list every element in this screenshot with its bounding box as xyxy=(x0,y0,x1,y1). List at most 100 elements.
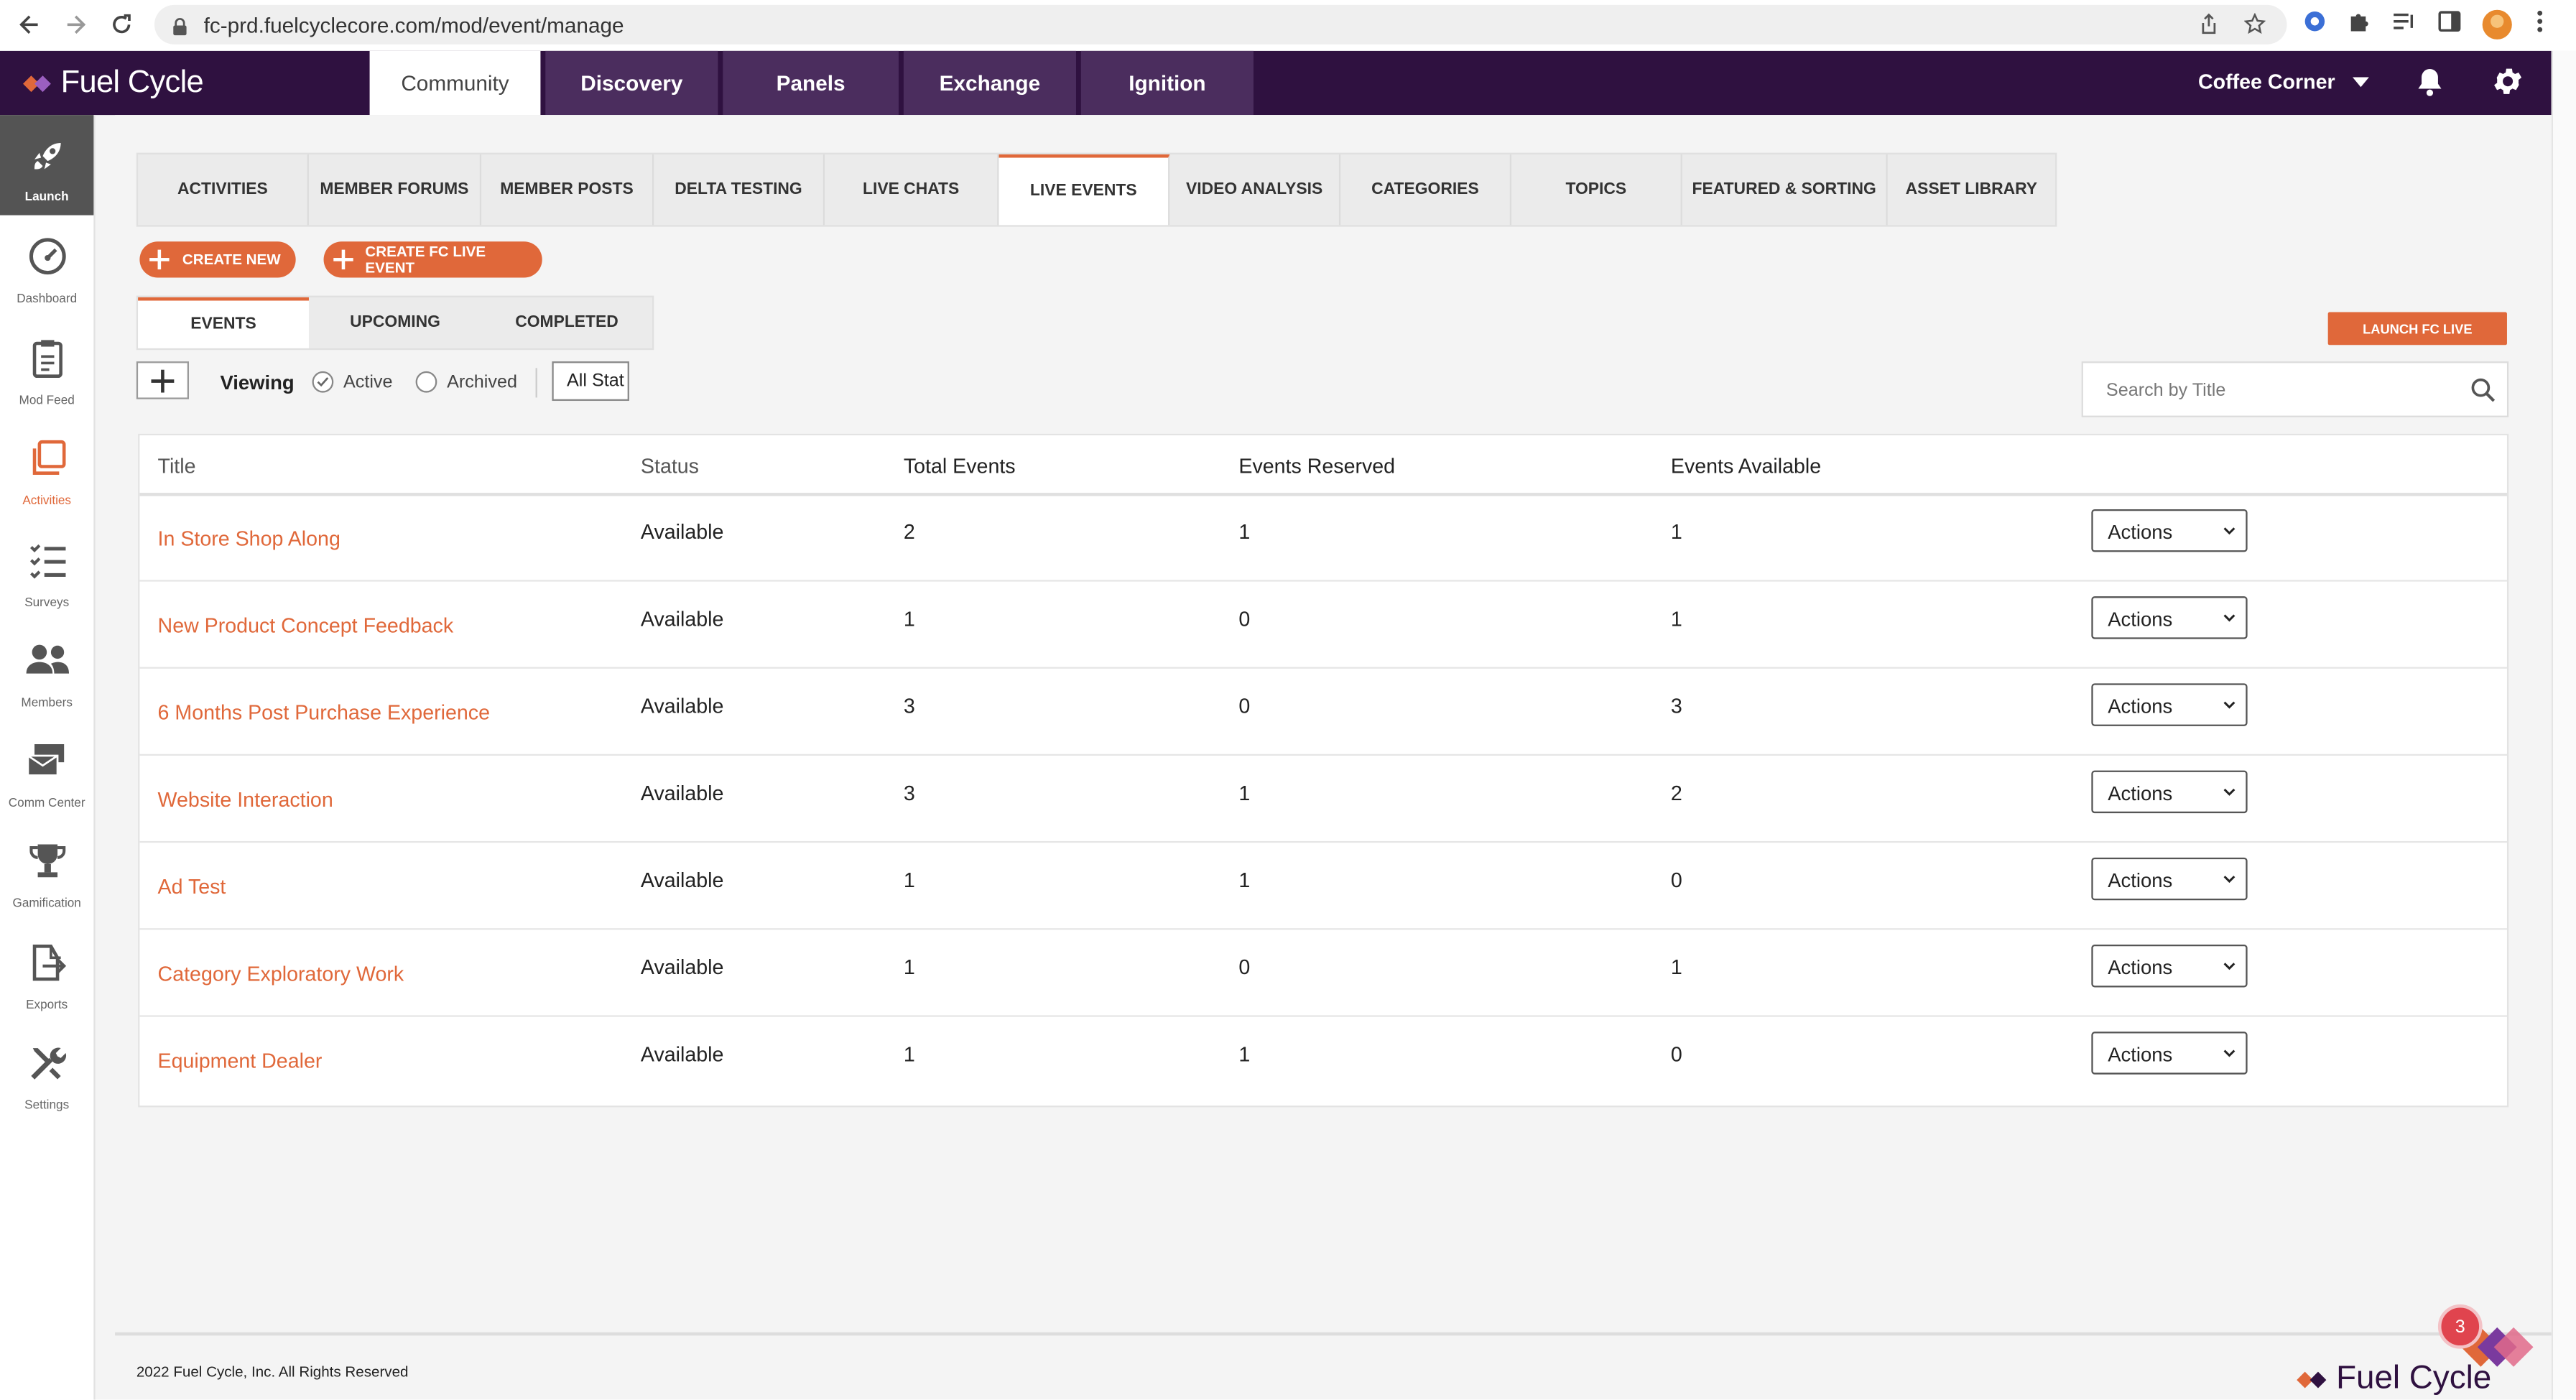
actions-dropdown[interactable]: Actions xyxy=(2091,1032,2248,1075)
actions-label: Actions xyxy=(2108,520,2173,544)
subtab-asset-library[interactable]: ASSET LIBRARY xyxy=(1888,154,2055,225)
subtab-member-forums[interactable]: MEMBER FORUMS xyxy=(309,154,482,226)
actions-dropdown[interactable]: Actions xyxy=(2091,596,2248,639)
event-available: 1 xyxy=(1670,956,1682,980)
subtab-video-analysis[interactable]: VIDEO ANALYSIS xyxy=(1169,154,1341,226)
sidebar-item-dashboard[interactable]: Dashboard xyxy=(0,235,93,330)
community-selector[interactable]: Coffee Corner xyxy=(2198,70,2335,93)
event-available: 1 xyxy=(1670,520,1682,544)
subtab-featured-sorting[interactable]: FEATURED & SORTING xyxy=(1682,154,1888,226)
event-title-link[interactable]: Category Exploratory Work xyxy=(158,963,404,986)
tab-panels[interactable]: Panels xyxy=(723,50,899,116)
actions-dropdown[interactable]: Actions xyxy=(2091,509,2248,552)
sidebar-item-launch[interactable]: Launch xyxy=(0,115,94,215)
sidebar-item-label: Dashboard xyxy=(17,290,78,306)
extension-translate-icon[interactable] xyxy=(2303,10,2326,41)
subtab-live-events[interactable]: LIVE EVENTS xyxy=(999,154,1170,226)
search-icon[interactable] xyxy=(2471,378,2496,411)
launch-fc-live-button[interactable]: LAUNCH FC LIVE xyxy=(2327,312,2507,346)
event-title-link[interactable]: Equipment Dealer xyxy=(158,1049,323,1072)
footer-divider xyxy=(115,1332,2552,1336)
sidebar-item-label: Mod Feed xyxy=(19,392,75,408)
subtab-member-posts[interactable]: MEMBER POSTS xyxy=(481,154,654,226)
bell-icon[interactable] xyxy=(2414,65,2447,106)
event-reserved: 1 xyxy=(1238,782,1251,805)
subtab-live-chats[interactable]: LIVE CHATS xyxy=(825,154,999,226)
tab-upcoming[interactable]: UPCOMING xyxy=(309,297,481,348)
clipboard-icon xyxy=(25,337,68,388)
tab-ignition[interactable]: Ignition xyxy=(1080,50,1254,116)
tab-completed[interactable]: COMPLETED xyxy=(481,297,652,348)
browser-menu-icon[interactable] xyxy=(2535,10,2545,41)
back-arrow-icon[interactable] xyxy=(13,8,46,41)
column-header-status[interactable]: Status xyxy=(641,455,699,478)
event-title-link[interactable]: Website Interaction xyxy=(158,789,333,812)
app-header: Fuel Cycle Community Discovery Panels Ex… xyxy=(0,50,2552,116)
reload-icon[interactable] xyxy=(105,8,138,41)
chevron-down-icon xyxy=(2223,614,2236,622)
page-scrollbar[interactable] xyxy=(2551,50,2576,1400)
sidebar-item-mod-feed[interactable]: Mod Feed xyxy=(0,337,93,432)
status-select[interactable]: All Stat xyxy=(552,361,629,402)
chevron-down-icon[interactable] xyxy=(2352,77,2369,88)
event-status: Available xyxy=(640,608,724,631)
fuel-cycle-logo[interactable]: Fuel Cycle xyxy=(23,65,204,101)
address-bar[interactable]: fc-prd.fuelcyclecore.com/mod/event/manag… xyxy=(154,4,2287,45)
tab-discovery[interactable]: Discovery xyxy=(545,50,718,116)
notification-badge[interactable]: 3 xyxy=(2437,1304,2483,1349)
event-available: 2 xyxy=(1670,782,1682,805)
column-header-title[interactable]: Title xyxy=(158,455,196,478)
create-fc-live-event-button[interactable]: CREATE FC LIVE EVENT xyxy=(323,241,542,278)
profile-avatar-icon[interactable] xyxy=(2480,8,2514,49)
sidebar-item-activities[interactable]: Activities xyxy=(0,437,93,532)
event-available: 0 xyxy=(1670,1043,1682,1067)
archived-radio[interactable] xyxy=(415,371,437,393)
sidebar-item-gamification[interactable]: Gamification xyxy=(0,840,93,935)
subtab-topics[interactable]: TOPICS xyxy=(1511,154,1682,226)
archived-radio-label: Archived xyxy=(447,373,517,393)
gear-icon[interactable] xyxy=(2491,64,2525,106)
search-input[interactable] xyxy=(2103,379,2471,403)
create-new-button[interactable]: CREATE NEW xyxy=(139,241,296,278)
add-button[interactable] xyxy=(136,361,190,399)
event-title-link[interactable]: New Product Concept Feedback xyxy=(158,614,454,637)
tab-events[interactable]: EVENTS xyxy=(138,297,309,348)
subtab-categories[interactable]: CATEGORIES xyxy=(1340,154,1512,226)
actions-dropdown[interactable]: Actions xyxy=(2091,770,2248,814)
sidebar-item-label: Launch xyxy=(24,189,69,204)
share-icon[interactable] xyxy=(2198,13,2220,42)
tab-community[interactable]: Community xyxy=(369,50,541,116)
column-header-events-available[interactable]: Events Available xyxy=(1671,455,1821,478)
sidebar-item-comm-center[interactable]: Comm Center xyxy=(0,739,93,835)
active-radio[interactable] xyxy=(312,371,334,393)
event-title-link[interactable]: 6 Months Post Purchase Experience xyxy=(158,702,490,725)
table-row: Equipment Dealer Available 1 1 0 Actions xyxy=(139,1015,2507,1102)
actions-dropdown[interactable]: Actions xyxy=(2091,857,2248,901)
event-reserved: 1 xyxy=(1238,520,1251,544)
bookmark-star-icon[interactable] xyxy=(2243,12,2266,42)
subtab-label: VIDEO ANALYSIS xyxy=(1185,180,1323,199)
rocket-icon xyxy=(27,136,67,184)
actions-dropdown[interactable]: Actions xyxy=(2091,945,2248,988)
event-available: 3 xyxy=(1670,695,1682,718)
column-header-total-events[interactable]: Total Events xyxy=(904,455,1016,478)
mail-icon xyxy=(24,739,70,790)
event-title-link[interactable]: In Store Shop Along xyxy=(158,527,340,550)
column-header-events-reserved[interactable]: Events Reserved xyxy=(1238,455,1395,478)
side-panel-icon[interactable] xyxy=(2438,10,2461,41)
sidebar-item-settings[interactable]: Settings xyxy=(0,1042,93,1137)
subtab-activities[interactable]: ACTIVITIES xyxy=(138,154,309,226)
actions-dropdown[interactable]: Actions xyxy=(2091,683,2248,726)
sidebar-item-members[interactable]: Members xyxy=(0,639,93,735)
tab-exchange[interactable]: Exchange xyxy=(903,50,1076,116)
event-status: Available xyxy=(640,868,724,892)
subtab-label: DELTA TESTING xyxy=(675,180,802,199)
plus-icon xyxy=(149,249,170,270)
forward-arrow-icon[interactable] xyxy=(59,8,92,41)
sidebar-item-exports[interactable]: Exports xyxy=(0,941,93,1037)
event-title-link[interactable]: Ad Test xyxy=(158,876,226,899)
reading-list-icon[interactable] xyxy=(2392,10,2415,41)
extensions-puzzle-icon[interactable] xyxy=(2348,10,2371,41)
sidebar-item-surveys[interactable]: Surveys xyxy=(0,539,93,634)
subtab-delta-testing[interactable]: DELTA TESTING xyxy=(654,154,825,226)
